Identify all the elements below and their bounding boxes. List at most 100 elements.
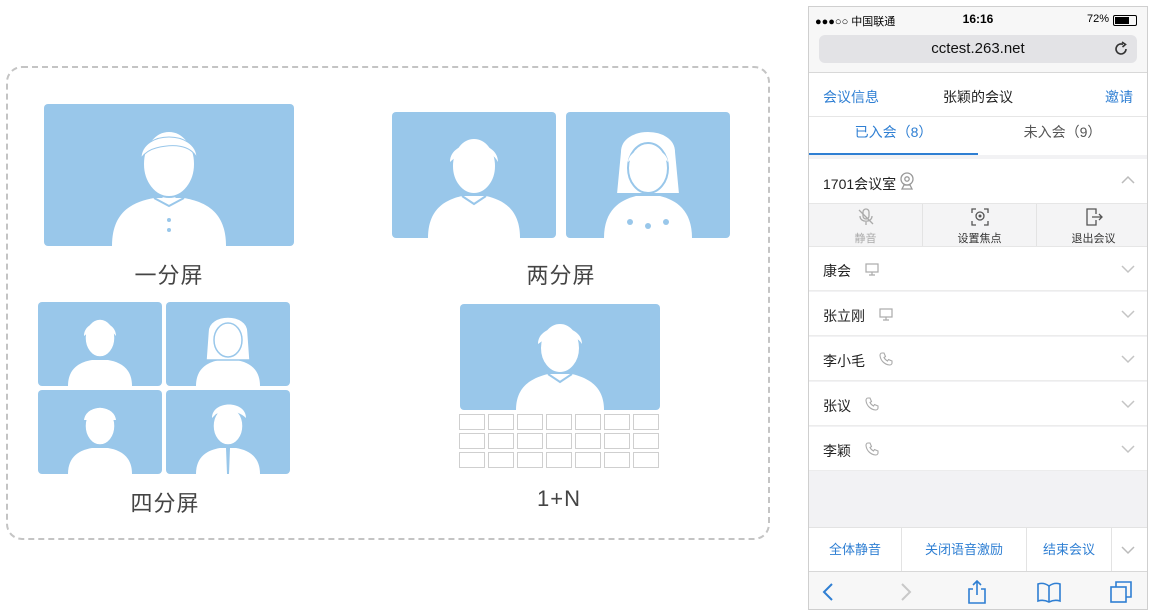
thumbnail-slot [633,433,659,449]
reload-icon[interactable] [1113,41,1129,57]
nav-bar: 会议信息 张颖的会议 邀请 [809,73,1147,117]
member-row[interactable]: 李颖 [809,427,1147,471]
monitor-icon [865,263,879,276]
thumbnail-slot [488,414,514,430]
male-avatar-icon [196,404,260,474]
single-screen-tile [44,104,294,246]
disable-voice-activation-button[interactable]: 关闭语音激励 [902,528,1026,571]
status-bar: ●●●○○ 中国联通 16:16 72% [809,7,1147,31]
thumbnail-slot [488,433,514,449]
thumbnail-slot [488,452,514,468]
exit-icon [1085,208,1103,226]
end-meeting-button[interactable]: 结束会议 [1027,528,1111,571]
member-row[interactable]: 张立刚 [809,292,1147,336]
male-avatar-icon [68,406,132,474]
attendance-tabs: 已入会（8） 未入会（9） [809,117,1147,155]
webcam-icon [900,172,914,190]
quad-tile-1 [38,302,162,386]
dual-screen-tile-male [392,112,556,238]
thumbnail-slot [604,414,630,430]
female-avatar-icon [604,130,692,238]
mute-label: 静音 [854,233,877,245]
member-name: 李小毛 [823,353,865,369]
thumbnail-slot [517,452,543,468]
chevron-down-icon[interactable] [1121,354,1135,364]
layout-panel: 一分屏 两分屏 四分屏 1+N [6,66,770,540]
address-bar[interactable]: cctest.263.net [819,35,1137,63]
quad-tile-4 [166,390,290,474]
member-row[interactable]: 张议 [809,382,1147,426]
bookmarks-icon[interactable] [1037,580,1061,604]
phone-icon [879,352,893,366]
battery-percent: 72% [1086,13,1109,25]
share-icon[interactable] [965,580,989,604]
room-row[interactable]: 1701会议室 [809,159,1147,203]
thumbnail-slot [546,414,572,430]
layout-label-one: 一分屏 [134,263,204,288]
set-focus-button[interactable]: 设置焦点 [923,204,1036,246]
quad-tile-2 [166,302,290,386]
forward-icon[interactable] [893,580,917,604]
thumbnail-slot [459,414,485,430]
male-avatar-icon [68,318,132,386]
dual-screen-tile-female [566,112,730,238]
member-row[interactable]: 康会 [809,247,1147,291]
thumbnail-slot [575,452,601,468]
thumbnail-slot [517,414,543,430]
monitor-icon [879,308,893,321]
member-name: 李颖 [823,443,851,459]
member-name: 张议 [823,398,851,414]
male-avatar-icon [112,130,226,246]
chevron-down-icon[interactable] [1121,444,1135,454]
member-name: 张立刚 [823,308,865,324]
male-avatar-icon [428,137,520,238]
layout-label-one-plus-n: 1+N [537,486,581,511]
tab-joined[interactable]: 已入会（8） [809,117,978,155]
invite-link[interactable]: 邀请 [1105,87,1133,107]
thumbnail-slot [633,452,659,468]
battery-icon [1113,15,1137,26]
phone-screen: ●●●○○ 中国联通 16:16 72% cctest.263.net 会议信息… [808,6,1148,610]
meeting-title: 张颖的会议 [943,89,1013,105]
layout-label-four: 四分屏 [130,491,200,516]
back-icon[interactable] [817,580,841,604]
tab-not-joined[interactable]: 未入会（9） [978,117,1147,155]
member-name: 康会 [823,263,851,279]
thumbnail-slot [604,452,630,468]
layout-label-two: 两分屏 [526,263,596,288]
thumbnail-slot [604,433,630,449]
url-text: cctest.263.net [931,40,1025,57]
thumbnail-slot [546,452,572,468]
member-row[interactable]: 李小毛 [809,337,1147,381]
chevron-down-icon[interactable] [1121,309,1135,319]
room-actions: 静音 设置焦点 退出会议 [809,203,1147,247]
thumbnail-slot [459,433,485,449]
browser-address-area: cctest.263.net [809,31,1147,73]
mute-all-button[interactable]: 全体静音 [809,528,901,571]
browser-toolbar [809,571,1147,609]
leave-meeting-button[interactable]: 退出会议 [1037,204,1147,246]
leave-meeting-label: 退出会议 [1071,233,1116,245]
set-focus-label: 设置焦点 [957,233,1002,245]
thumbnail-slot [575,433,601,449]
phone-icon [865,397,879,411]
thumbnail-slot [575,414,601,430]
male-avatar-icon [516,322,604,410]
thumbnail-slot [459,452,485,468]
chevron-down-icon[interactable] [1121,264,1135,274]
main-speaker-tile [460,304,660,410]
room-name: 1701会议室 [823,176,897,192]
bottom-action-bar: 全体静音 关闭语音激励 结束会议 [809,527,1147,571]
mute-button[interactable]: 静音 [809,204,922,246]
female-avatar-icon [196,316,260,386]
thumbnail-slot [517,433,543,449]
quad-tile-3 [38,390,162,474]
chevron-up-icon[interactable] [1121,175,1135,185]
chevron-down-icon[interactable] [1121,545,1135,555]
chevron-down-icon[interactable] [1121,399,1135,409]
phone-icon [865,442,879,456]
thumbnail-slot [546,433,572,449]
thumbnail-slot [633,414,659,430]
tabs-icon[interactable] [1109,580,1133,604]
microphone-muted-icon [858,208,873,225]
